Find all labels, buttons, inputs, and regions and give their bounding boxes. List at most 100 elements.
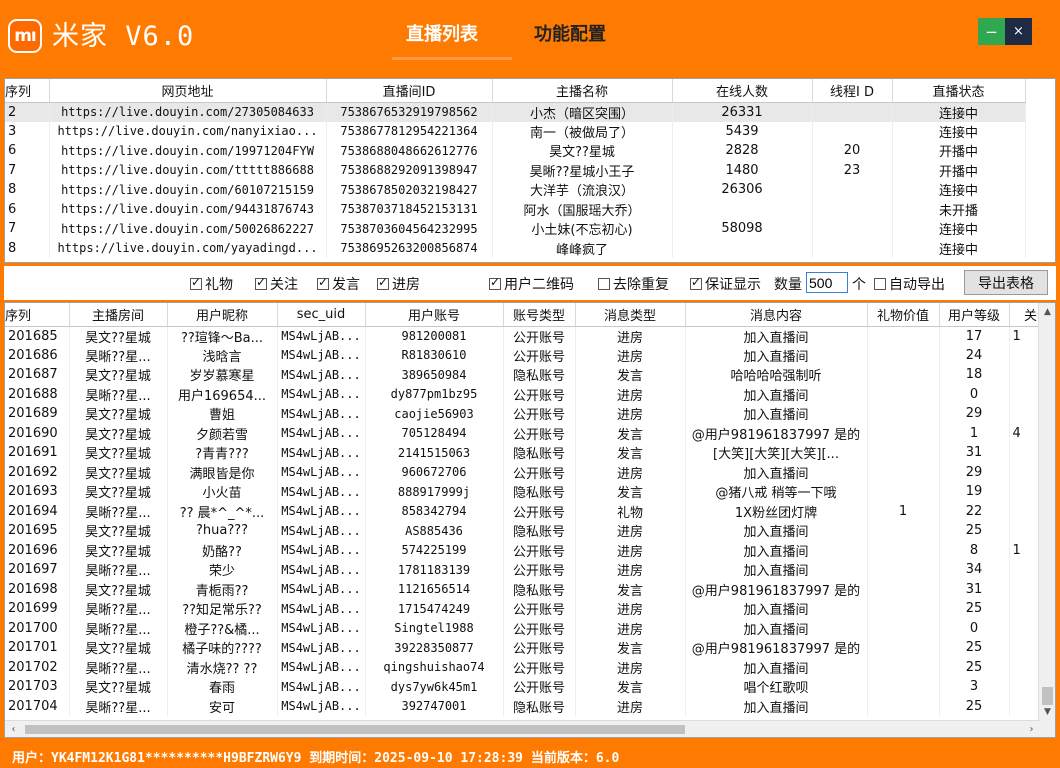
minimize-button[interactable]: − <box>978 18 1005 45</box>
horizontal-scrollbar[interactable]: ‹ › <box>5 720 1040 737</box>
msg-cell-sec-uid: MS4wLjAB... <box>277 657 366 677</box>
speak-checkbox[interactable]: 发言 <box>317 274 360 294</box>
room-cell-live-status: 连接中 <box>892 102 1026 122</box>
message-row[interactable]: 201700 昊晰??星... 橙子??&橘... MS4wLjAB... Singte… <box>5 618 1055 638</box>
user-qr-checkbox[interactable]: 用户二维码 <box>489 274 574 294</box>
message-row[interactable]: 201704 昊晰??星... 安可 MS4wLjAB... 392747001 隐私账号… <box>5 696 1055 716</box>
message-row[interactable]: 201697 昊晰??星... 荣少 MS4wLjAB... 1781183139 公开账… <box>5 560 1055 580</box>
msg-header-account[interactable]: 用户账号 <box>365 303 504 327</box>
live-room-table-panel: 序列 网页地址 直播间ID 主播名称 在线人数 线程I D 直播状态 2 https://li… <box>4 78 1056 263</box>
msg-cell-gift-value <box>867 599 940 619</box>
message-row[interactable]: 201693 昊文??星城 小火苗 MS4wLjAB... 888917999j 隐私账号… <box>5 482 1055 502</box>
room-header-room-id[interactable]: 直播间ID <box>326 79 493 103</box>
room-cell-room-id: 7538703604564232995 <box>326 219 493 239</box>
msg-cell-msg-type: 礼物 <box>575 501 686 521</box>
dedupe-checkbox[interactable]: 去除重复 <box>598 274 669 294</box>
message-row[interactable]: 201699 昊晰??星... ??知足常乐?? MS4wLjAB... 1715474… <box>5 599 1055 619</box>
msg-cell-gift-value <box>867 482 940 502</box>
message-row[interactable]: 201685 昊文??星城 ??瑄锋～Ba... MS4wLjAB... 9812000… <box>5 326 1055 346</box>
scroll-left-icon[interactable]: ‹ <box>5 721 22 737</box>
room-cell-room-id: 7538678502032198427 <box>326 180 493 200</box>
vertical-scrollbar[interactable]: ▲ ▼ <box>1038 303 1055 737</box>
room-header-thread-id[interactable]: 线程I D <box>812 79 893 103</box>
msg-header-room[interactable]: 主播房间 <box>69 303 168 327</box>
message-row[interactable]: 201695 昊文??星城 ?hua??? MS4wLjAB... AS885436 隐私… <box>5 521 1055 541</box>
msg-cell-room: 昊文??星城 <box>69 677 168 697</box>
room-cell-live-status: 开播中 <box>892 160 1026 180</box>
msg-cell-index: 201687 <box>5 365 70 385</box>
msg-header-nickname[interactable]: 用户昵称 <box>167 303 278 327</box>
message-row[interactable]: 201690 昊文??星城 夕颜若雪 MS4wLjAB... 705128494 公开账号… <box>5 423 1055 443</box>
room-cell-anchor-name: 峰峰疯了 <box>492 238 673 258</box>
message-row[interactable]: 201701 昊文??星城 橘子味的???? MS4wLjAB... 392283508… <box>5 638 1055 658</box>
room-row[interactable]: 3 https://live.douyin.com/nanyixiao... 753… <box>5 121 1026 141</box>
msg-header-user-level[interactable]: 用户等级 <box>939 303 1010 327</box>
room-cell-anchor-name: 昊晰??星城小王子 <box>492 160 673 180</box>
msg-header-account-type[interactable]: 账号类型 <box>503 303 576 327</box>
message-row[interactable]: 201688 昊晰??星... 用户169654... MS4wLjAB... dy87… <box>5 384 1055 404</box>
follow-checkbox[interactable]: 关注 <box>255 274 298 294</box>
room-header-live-status[interactable]: 直播状态 <box>892 79 1026 103</box>
filter-options-bar: 礼物 关注 发言 进房 用户二维码 去除重复 保证显示 数量 个 自动导出 导出… <box>4 266 1056 300</box>
msg-cell-gift-value <box>867 423 940 443</box>
message-row[interactable]: 201703 昊文??星城 春雨 MS4wLjAB... dys7yw6k45m1 公开账… <box>5 677 1055 697</box>
enter-room-checkbox[interactable]: 进房 <box>377 274 420 294</box>
room-row[interactable]: 8 https://live.douyin.com/60107215159 7538… <box>5 180 1026 200</box>
message-row[interactable]: 201689 昊文??星城 曹姐 MS4wLjAB... caojie56903 公开账号… <box>5 404 1055 424</box>
msg-cell-index: 201688 <box>5 384 70 404</box>
close-button[interactable]: × <box>1005 18 1032 45</box>
msg-cell-gift-value <box>867 443 940 463</box>
scroll-up-icon[interactable]: ▲ <box>1039 303 1055 320</box>
msg-header-gift-value[interactable]: 礼物价值 <box>867 303 940 327</box>
message-row[interactable]: 201687 昊文??星城 岁岁慕寒星 MS4wLjAB... 389650984 隐私账… <box>5 365 1055 385</box>
room-row[interactable]: 7 https://live.douyin.com/50026862227 7538… <box>5 219 1026 239</box>
message-row[interactable]: 201692 昊文??星城 满眼皆是你 MS4wLjAB... 960672706 公开账… <box>5 462 1055 482</box>
msg-cell-room: 昊文??星城 <box>69 423 168 443</box>
room-header-anchor-name[interactable]: 主播名称 <box>492 79 673 103</box>
auto-export-checkbox[interactable]: 自动导出 <box>874 274 945 294</box>
message-row[interactable]: 201696 昊文??星城 奶酪?? MS4wLjAB... 574225199 公开账号… <box>5 540 1055 560</box>
msg-header-sec-uid[interactable]: sec_uid <box>277 303 366 327</box>
tab-live-list[interactable]: 直播列表 <box>406 20 478 46</box>
msg-cell-index: 201694 <box>5 501 70 521</box>
room-row[interactable]: 8 https://live.douyin.com/yayadingd... 753… <box>5 238 1026 258</box>
room-row[interactable]: 7 https://live.douyin.com/ttttt886688 7538… <box>5 160 1026 180</box>
scroll-right-icon[interactable]: › <box>1023 721 1040 737</box>
message-row[interactable]: 201694 昊晰??星...?? 晨*^_^*... MS4wLjAB... 858… <box>5 501 1055 521</box>
msg-cell-account-type: 公开账号 <box>503 560 576 580</box>
quantity-input[interactable] <box>806 272 848 293</box>
room-header-url[interactable]: 网页地址 <box>49 79 327 103</box>
msg-cell-nickname: 夕颜若雪 <box>167 423 278 443</box>
msg-cell-msg-content: 加入直播间 <box>685 404 868 424</box>
msg-header-msg-type[interactable]: 消息类型 <box>575 303 686 327</box>
room-cell-online-count: 58098 <box>672 219 813 239</box>
export-table-button[interactable]: 导出表格 <box>964 270 1048 295</box>
tab-function-config[interactable]: 功能配置 <box>534 20 606 46</box>
gift-checkbox[interactable]: 礼物 <box>190 274 233 294</box>
room-cell-url: https://live.douyin.com/50026862227 <box>49 219 327 239</box>
msg-header-msg-content[interactable]: 消息内容 <box>685 303 868 327</box>
msg-cell-room: 昊晰??星... <box>69 599 168 619</box>
msg-cell-gift-value <box>867 404 940 424</box>
room-row[interactable]: 6 https://live.douyin.com/19971204FYW 7538… <box>5 141 1026 161</box>
msg-cell-msg-content: 加入直播间 <box>685 521 868 541</box>
message-row[interactable]: 201702 昊晰??星... 清水烧?? ?? MS4wLjAB... qingshu… <box>5 657 1055 677</box>
msg-cell-gift-value <box>867 540 940 560</box>
msg-cell-user-level: 8 <box>939 540 1010 560</box>
room-header-index[interactable]: 序列 <box>5 79 50 103</box>
room-cell-online-count: 5439 <box>672 121 813 141</box>
msg-cell-account-type: 隐私账号 <box>503 365 576 385</box>
msg-header-index[interactable]: 序列 <box>5 303 70 327</box>
scroll-down-icon[interactable]: ▼ <box>1039 703 1055 720</box>
room-row[interactable]: 6 https://live.douyin.com/94431876743 7538… <box>5 199 1026 219</box>
msg-cell-room: 昊文??星城 <box>69 540 168 560</box>
msg-cell-msg-content: @用户981961837997 是的 <box>685 579 868 599</box>
message-row[interactable]: 201698 昊文??星城 青栀雨?? MS4wLjAB... 1121656514 隐私… <box>5 579 1055 599</box>
horizontal-scroll-thumb[interactable] <box>25 725 685 734</box>
msg-cell-msg-content: [大笑][大笑][大笑][... <box>685 443 868 463</box>
message-row[interactable]: 201686 昊晰??星... 浅晗言 MS4wLjAB... R81830610 公开账… <box>5 345 1055 365</box>
message-row[interactable]: 201691 昊文??星城 ?青青??? MS4wLjAB... 2141515063 隐… <box>5 443 1055 463</box>
room-header-online-count[interactable]: 在线人数 <box>672 79 813 103</box>
ensure-display-checkbox[interactable]: 保证显示 <box>690 274 761 294</box>
room-row[interactable]: 2 https://live.douyin.com/27305084633 7538… <box>5 102 1026 122</box>
